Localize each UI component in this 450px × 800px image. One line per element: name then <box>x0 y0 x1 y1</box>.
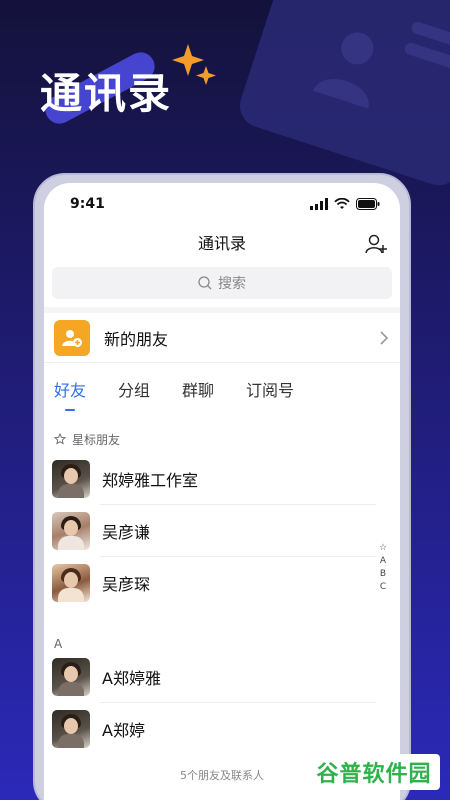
search-placeholder: 搜索 <box>218 276 246 292</box>
alphabet-index-bar[interactable]: ☆ A B C <box>378 543 388 592</box>
add-friend-icon <box>54 319 90 356</box>
sparkle-icon <box>172 44 216 85</box>
contact-tabs: 好友 分组 群聊 订阅号 <box>44 363 400 417</box>
person-silhouette-icon <box>313 32 374 109</box>
starred-contact-list: 郑婷雅工作室 吴彦谦 吴彦琛 <box>44 453 400 609</box>
wifi-icon <box>334 198 350 209</box>
group-letter-header: A <box>54 637 63 651</box>
tab-group-chats[interactable]: 群聊 <box>182 377 214 403</box>
battery-icon <box>356 198 380 210</box>
star-outline-icon <box>54 433 66 445</box>
search-icon <box>198 276 212 290</box>
new-friends-label: 新的朋友 <box>104 329 169 349</box>
nav-title: 通讯录 <box>197 234 246 253</box>
avatar <box>52 564 90 602</box>
avatar <box>52 710 90 748</box>
contact-row[interactable]: 郑婷雅工作室 <box>44 453 400 505</box>
avatar <box>52 512 90 550</box>
contact-row[interactable]: 吴彦琛 <box>44 557 400 609</box>
contact-row[interactable]: A郑婷雅 <box>44 651 400 703</box>
chevron-right-icon <box>380 330 389 345</box>
contact-name: 吴彦谦 <box>102 523 151 542</box>
tab-friends[interactable]: 好友 <box>54 377 86 403</box>
signal-icon <box>310 198 328 210</box>
starred-header-label: 星标朋友 <box>72 432 121 447</box>
nav-bar: 通讯录 <box>44 225 400 263</box>
tab-subscriptions[interactable]: 订阅号 <box>246 377 294 403</box>
avatar <box>52 460 90 498</box>
status-bar: 9:41 <box>44 183 400 225</box>
add-contact-icon[interactable] <box>364 232 388 256</box>
new-friends-row[interactable]: 新的朋友 <box>44 313 400 363</box>
background-contact-card <box>234 0 450 191</box>
contact-row[interactable]: 吴彦谦 <box>44 505 400 557</box>
phone-screen: 9:41 通讯录 搜索 新的朋友 好友 分组 群聊 订阅号 星标朋友 郑婷雅工作… <box>44 183 400 800</box>
starred-section-header: 星标朋友 <box>44 425 400 453</box>
group-a-contact-list: A郑婷雅 A郑婷 <box>44 651 400 755</box>
index-item[interactable]: C <box>380 582 386 592</box>
index-item[interactable]: ☆ <box>379 543 387 553</box>
index-item[interactable]: A <box>380 556 386 566</box>
contact-name: A郑婷 <box>102 721 145 740</box>
hero-title: 通讯录 <box>40 69 173 118</box>
search-input[interactable]: 搜索 <box>52 267 392 299</box>
contact-name: 吴彦琛 <box>102 575 151 594</box>
index-item[interactable]: B <box>380 569 386 579</box>
avatar <box>52 658 90 696</box>
tab-groups[interactable]: 分组 <box>118 377 150 403</box>
contact-name: A郑婷雅 <box>102 669 161 688</box>
contact-row[interactable]: A郑婷 <box>44 703 400 755</box>
status-time: 9:41 <box>70 196 105 212</box>
contact-name: 郑婷雅工作室 <box>102 471 199 490</box>
watermark-logo: 谷普软件园 <box>308 754 440 790</box>
